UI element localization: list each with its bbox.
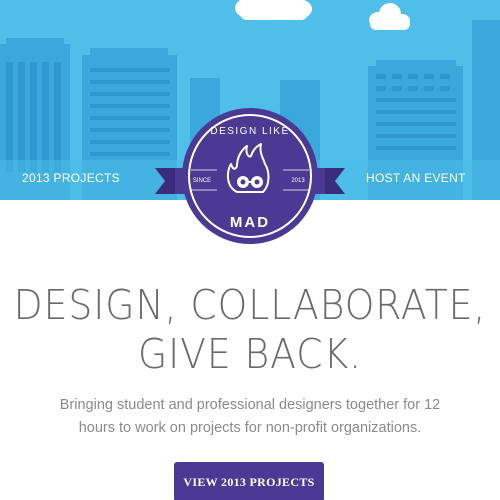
cloud-left xyxy=(235,0,312,20)
badge-bottom-text: MAD xyxy=(230,214,270,231)
design-like-mad-badge[interactable]: DESIGN LIKE SINCE 2013 MAD xyxy=(155,106,345,246)
badge-since-label: SINCE xyxy=(193,178,211,184)
badge-top-text: DESIGN LIKE xyxy=(210,126,289,137)
view-2013-projects-button[interactable]: VIEW 2013 PROJECTS xyxy=(174,462,324,500)
headline-line-1: DESIGN, COLLABORATE, xyxy=(13,281,487,329)
cloud-right xyxy=(369,3,410,30)
nav-link-host-an-event[interactable]: HOST AN EVENT xyxy=(366,171,466,185)
tagline-line-2: hours to work on projects for non-profit… xyxy=(78,420,422,436)
headline-line-2: GIVE BACK. xyxy=(137,330,363,378)
tagline-line-1: Bringing student and professional design… xyxy=(59,397,441,413)
nav-link-2013-projects[interactable]: 2013 PROJECTS xyxy=(22,171,120,185)
badge-year: 2013 xyxy=(291,178,305,184)
